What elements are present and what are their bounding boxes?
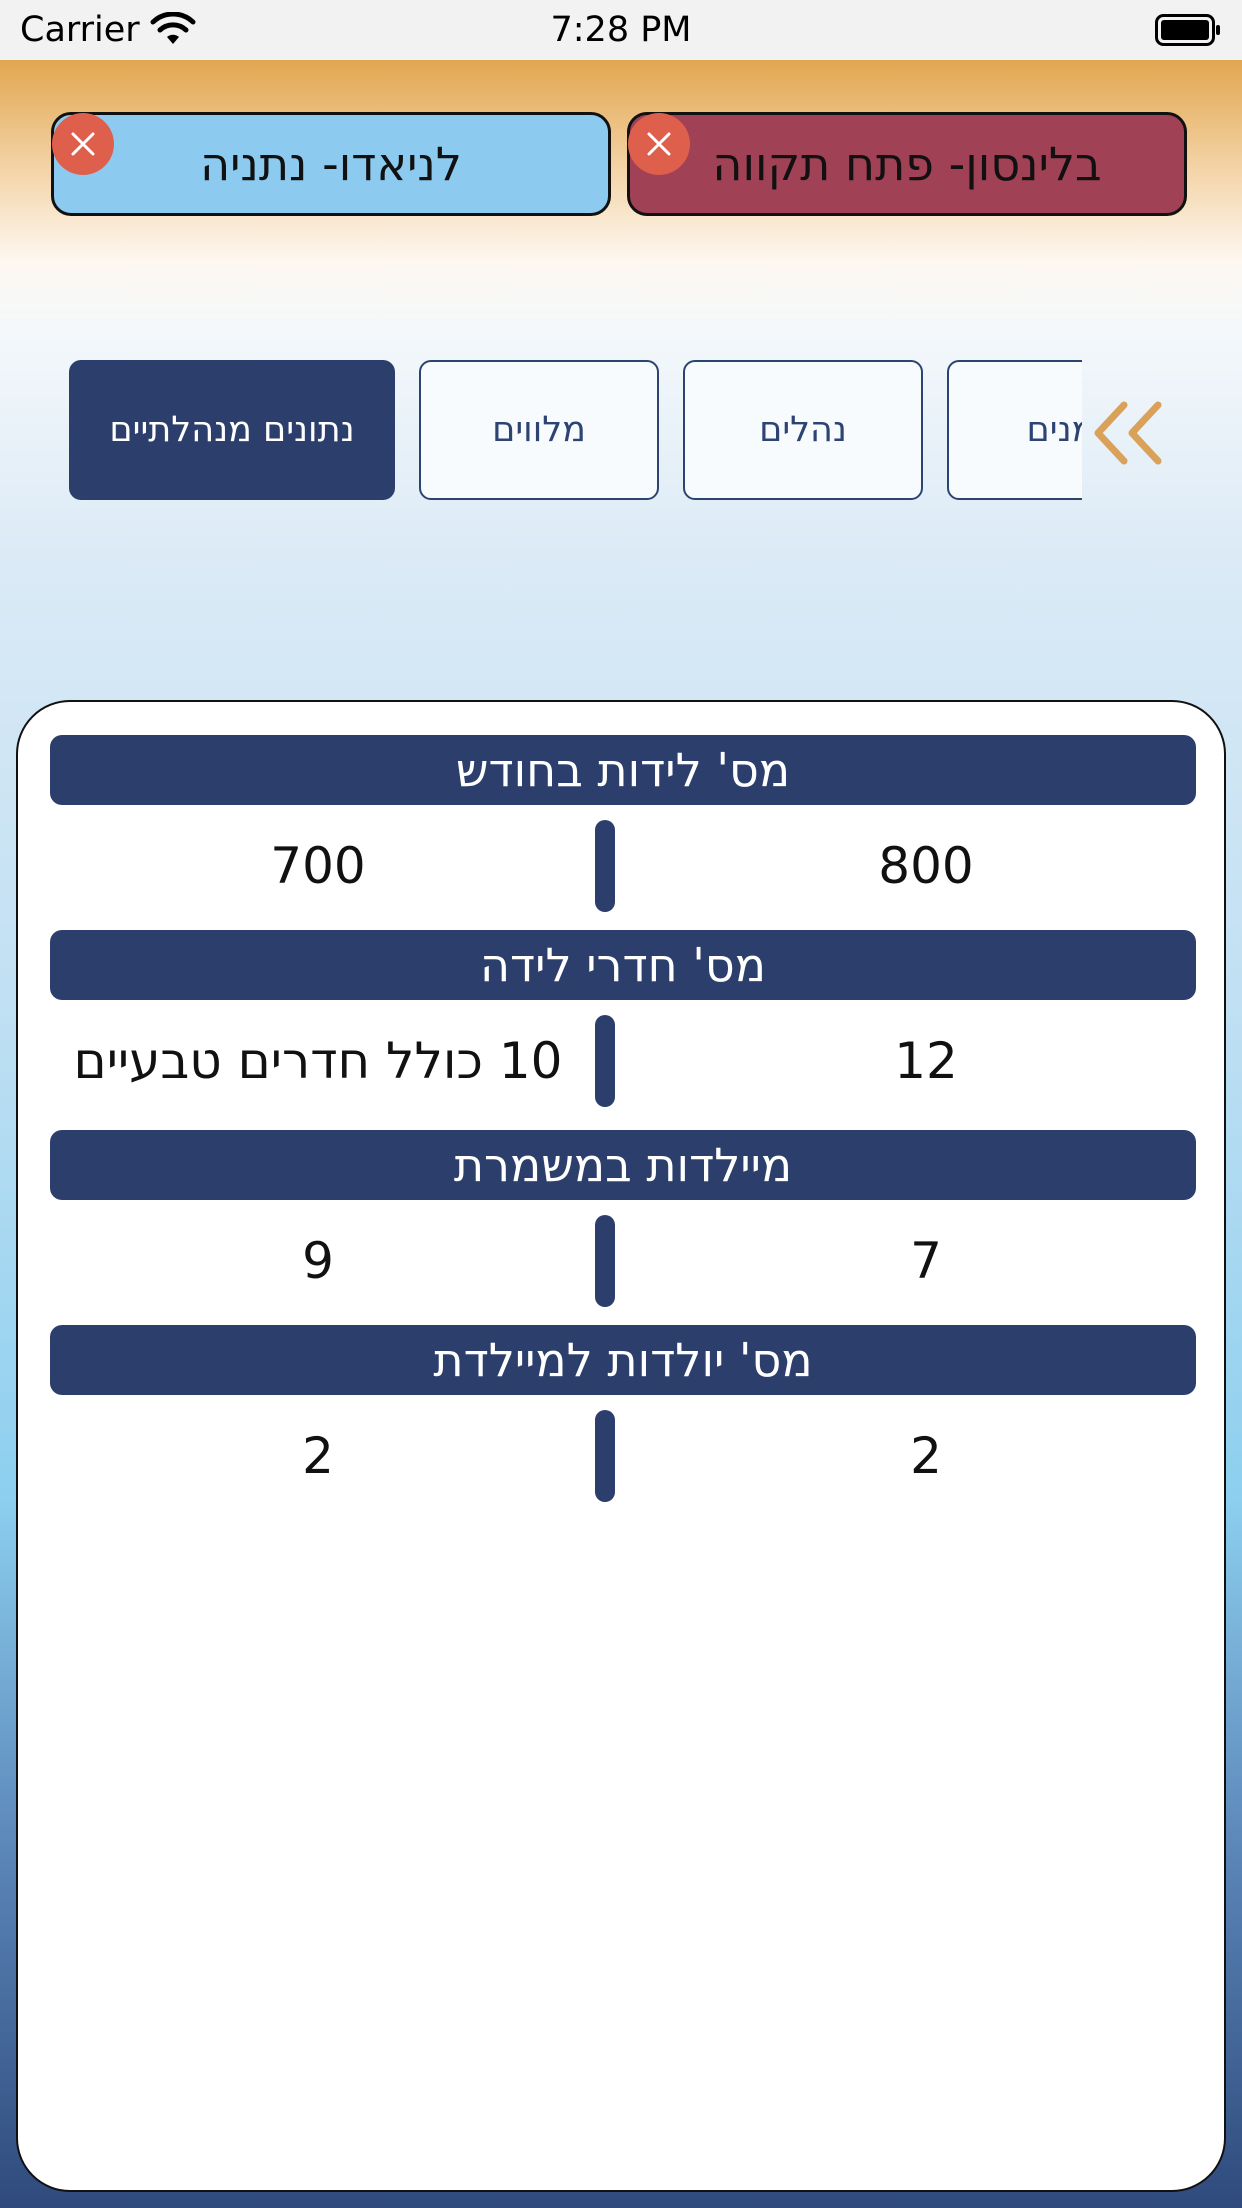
stat-value-right: 12 [894, 1032, 958, 1090]
stat-value-left: 9 [302, 1232, 334, 1290]
double-chevron-left-icon[interactable] [1088, 393, 1168, 473]
tab-companions[interactable]: מלווים [419, 360, 659, 500]
tab-label: זמנים [1026, 410, 1082, 450]
stat-title-delivery-rooms: מס' חדרי לידה [50, 930, 1196, 1000]
stat-value-right: 7 [910, 1232, 942, 1290]
divider [595, 820, 615, 912]
status-bar: Carrier 7:28 PM [0, 0, 1242, 60]
tab-administrative-data[interactable]: נתונים מנהלתיים [69, 360, 395, 500]
close-icon[interactable] [628, 113, 690, 175]
comparison-card: מס' לידות בחודש 700 800 מס' חדרי לידה 10… [16, 700, 1226, 2192]
divider [595, 1215, 615, 1307]
category-tabs: נתונים מנהלתיים מלווים נהלים זמנים [60, 355, 1082, 505]
stat-title-births-per-month: מס' לידות בחודש [50, 735, 1196, 805]
tab-label: מלווים [492, 410, 586, 450]
hospital-button-left[interactable]: לניאדו- נתניה [51, 112, 611, 216]
tab-label: נתונים מנהלתיים [109, 410, 355, 450]
stat-title-midwives-per-shift: מיילדות במשמרת [50, 1130, 1196, 1200]
tab-procedures[interactable]: נהלים [683, 360, 923, 500]
tab-times[interactable]: זמנים [947, 360, 1082, 500]
stat-value-right: 800 [878, 837, 974, 895]
divider [595, 1410, 615, 1502]
tab-label: נהלים [759, 410, 847, 450]
stat-value-right: 2 [910, 1427, 942, 1485]
clock: 7:28 PM [550, 10, 692, 50]
battery-icon [1155, 14, 1220, 46]
close-icon[interactable] [52, 113, 114, 175]
stat-value-left: 2 [302, 1427, 334, 1485]
hospital-right-label: בלינסון- פתח תקווה [712, 137, 1102, 191]
stat-title-mothers-per-midwife: מס' יולדות למיילדת [50, 1325, 1196, 1395]
divider [595, 1015, 615, 1107]
hospital-button-right[interactable]: בלינסון- פתח תקווה [627, 112, 1187, 216]
hospital-left-label: לניאדו- נתניה [200, 137, 462, 191]
stat-value-left: 10 כולל חדרים טבעיים [73, 1032, 563, 1090]
stat-value-left: 700 [270, 837, 366, 895]
